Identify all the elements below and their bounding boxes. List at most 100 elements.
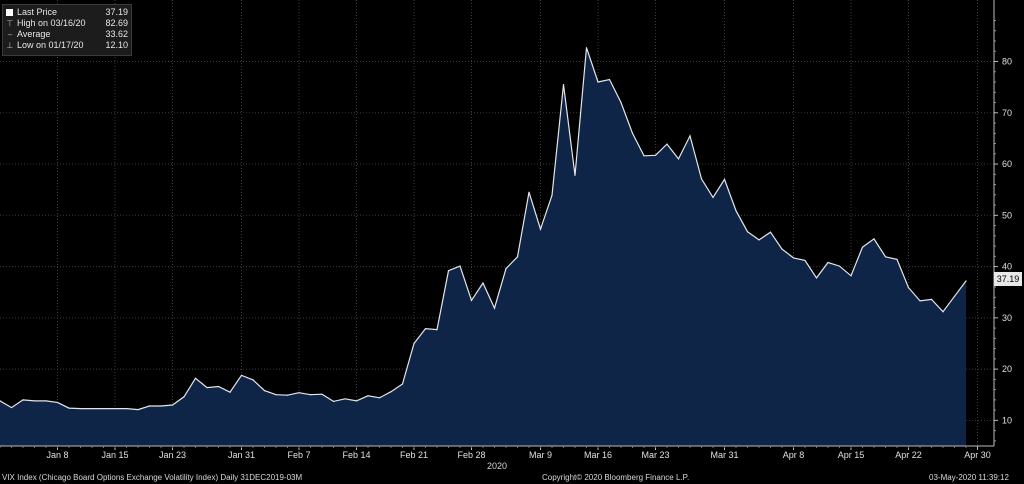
data-point [620, 101, 622, 104]
data-point [79, 407, 82, 410]
legend-value: 82.69 [105, 18, 128, 28]
data-point [91, 407, 93, 410]
price-area-series [0, 47, 966, 446]
data-point [137, 409, 139, 411]
data-point [482, 282, 484, 284]
data-point [229, 391, 231, 393]
footer-timestamp: 03-May-2020 11:39:12 [929, 473, 1009, 482]
legend-box: Last Price 37.19 ⊤ High on 03/16/20 82.69… [2, 4, 132, 56]
x-tick-label: Feb 21 [400, 450, 428, 460]
data-point [758, 239, 760, 241]
chart-footer: VIX Index (Chicago Board Options Exchang… [0, 472, 1024, 484]
x-tick-label: Apr 15 [838, 450, 865, 460]
legend-high: ⊤ High on 03/16/20 82.69 [6, 18, 128, 29]
data-point [597, 81, 599, 83]
data-point [631, 132, 634, 134]
data-point [68, 407, 70, 409]
data-point [562, 83, 565, 86]
legend-label: High on 03/16/20 [17, 18, 86, 28]
data-point [367, 395, 369, 397]
footer-copyright: Copyright© 2020 Bloomberg Finance L.P. [542, 473, 690, 482]
legend-average: – Average 33.62 [6, 29, 128, 40]
legend-value: 37.19 [105, 7, 128, 17]
data-point [861, 246, 864, 248]
data-point [183, 396, 185, 398]
legend-last-price: Last Price 37.19 [6, 7, 128, 18]
data-point [33, 400, 36, 402]
x-tick-label: Mar 9 [529, 450, 552, 460]
data-point [206, 386, 208, 389]
data-point [114, 407, 116, 410]
x-tick-label: Mar 31 [710, 450, 738, 460]
data-point [321, 393, 323, 395]
last-price-label: 37.19 [994, 272, 1022, 286]
data-point [309, 394, 312, 396]
data-point [217, 385, 220, 388]
square-icon [6, 9, 13, 16]
data-point [516, 256, 519, 258]
y-axis: 10 20 30 40 50 60 70 80 [993, 0, 1012, 446]
x-tick-label: Jan 31 [228, 450, 255, 460]
data-point [735, 210, 737, 212]
data-point [585, 47, 588, 49]
year-label: 2020 [487, 461, 507, 471]
y-tick-label: 40 [1002, 262, 1012, 272]
data-point [654, 154, 657, 156]
data-point [378, 397, 381, 399]
data-point [459, 265, 461, 267]
x-tick-label: Apr 22 [895, 450, 922, 460]
data-point [470, 299, 473, 302]
x-tick-label: Jan 23 [159, 450, 186, 460]
data-point [148, 405, 151, 407]
data-point [907, 286, 910, 289]
data-point [424, 328, 427, 330]
data-point [436, 329, 438, 331]
data-point [919, 300, 921, 302]
data-point [965, 280, 967, 282]
data-point [815, 277, 818, 279]
data-point [332, 400, 335, 402]
x-tick-label: Jan 8 [46, 450, 68, 460]
footer-description: VIX Index (Chicago Board Options Exchang… [2, 473, 303, 482]
data-point [252, 379, 254, 381]
data-point [677, 158, 680, 160]
data-point [160, 405, 162, 407]
x-tick-label: Apr 8 [783, 450, 805, 460]
data-point [125, 407, 128, 410]
data-point [804, 259, 806, 262]
data-point [539, 228, 542, 230]
legend-low: ⊥ Low on 01/17/20 12.10 [6, 40, 128, 51]
x-axis: Jan 8 Jan 15 Jan 23 Jan 31 Feb 7 Feb 14 Feb 21… [0, 445, 994, 460]
data-point [792, 257, 795, 259]
data-point [286, 394, 289, 396]
data-point [263, 390, 266, 392]
data-point [700, 178, 703, 180]
y-tick-label: 30 [1002, 313, 1012, 323]
data-point [45, 400, 47, 402]
data-point [551, 194, 553, 196]
x-tick-label: Feb 14 [342, 450, 370, 460]
data-point [344, 398, 346, 400]
x-tick-label: Feb 28 [457, 450, 485, 460]
average-marker-icon: – [7, 30, 13, 39]
data-point [781, 248, 783, 250]
vix-chart: 10 20 30 40 50 60 70 80 Jan 8 Jan 15 Jan 23 Jan 31… [0, 0, 1012, 471]
data-point [666, 143, 668, 145]
data-point [746, 231, 749, 233]
data-point [930, 298, 933, 300]
legend-value: 12.10 [105, 40, 128, 50]
data-point [194, 377, 197, 379]
data-point [56, 401, 59, 404]
data-point [873, 238, 875, 240]
data-point [942, 311, 944, 313]
y-tick-label: 80 [1002, 57, 1012, 67]
data-point [171, 404, 174, 406]
data-point [401, 383, 404, 385]
data-point [838, 265, 841, 267]
data-point [723, 178, 726, 181]
data-point [712, 196, 714, 198]
data-point [827, 261, 829, 264]
data-point [884, 256, 887, 258]
data-point [102, 407, 105, 410]
x-tick-label: Jan 15 [101, 450, 128, 460]
